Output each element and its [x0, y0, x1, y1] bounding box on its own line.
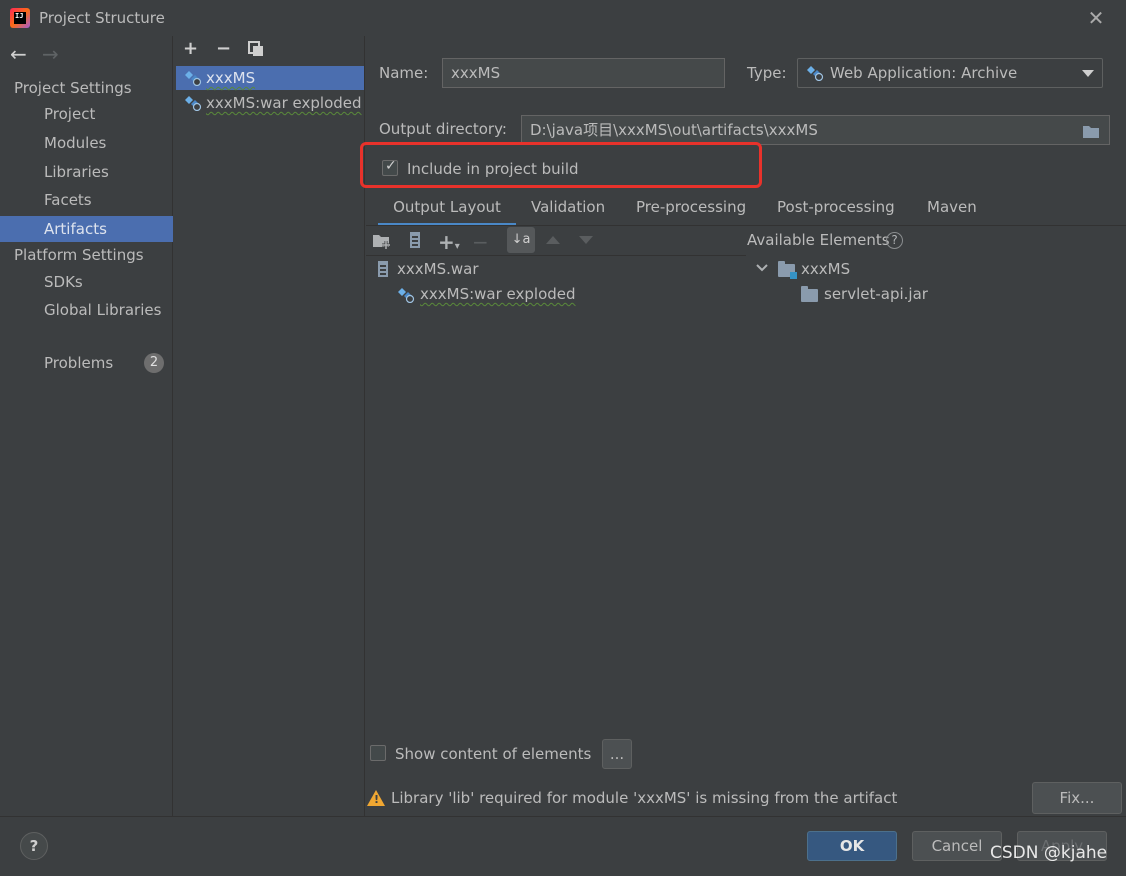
- web-artifact-icon: [185, 96, 202, 111]
- move-down-icon[interactable]: [579, 236, 593, 244]
- toolbar-divider: [366, 255, 746, 256]
- title-bar: IJ Project Structure ✕: [0, 0, 1126, 36]
- available-elements-header: Available Elements: [747, 231, 890, 249]
- output-directory-label: Output directory:: [379, 120, 507, 138]
- watermark: CSDN @kjahe: [990, 843, 1108, 863]
- intellij-app-icon: IJ: [10, 8, 30, 28]
- web-artifact-icon: [398, 288, 415, 303]
- sidebar-item-global-libraries[interactable]: Global Libraries: [0, 297, 173, 323]
- cancel-button[interactable]: Cancel: [912, 831, 1002, 861]
- type-label: Type:: [747, 64, 787, 82]
- sidebar-item-sdks[interactable]: SDKs: [0, 269, 173, 295]
- archive-icon[interactable]: [410, 232, 420, 248]
- type-value: Web Application: Archive: [830, 64, 1018, 82]
- available-module-item[interactable]: xxxMS: [801, 260, 850, 278]
- output-directory-value: D:\java项目\xxxMS\out\artifacts\xxxMS: [530, 121, 818, 139]
- chevron-down-icon: [1082, 70, 1094, 77]
- add-copy-of-icon[interactable]: +▾: [438, 230, 460, 254]
- tab-post-processing[interactable]: Post-processing: [777, 198, 895, 226]
- sidebar-item-project[interactable]: Project: [0, 101, 173, 127]
- show-content-options-button[interactable]: ...: [602, 739, 632, 769]
- layout-child-item[interactable]: xxxMS:war exploded: [420, 285, 576, 303]
- ok-button[interactable]: OK: [807, 831, 897, 861]
- create-directory-icon[interactable]: [373, 233, 393, 249]
- module-folder-icon: [778, 261, 797, 279]
- remove-element-icon[interactable]: −: [472, 230, 489, 254]
- war-archive-icon: [378, 261, 388, 277]
- sidebar-item-libraries[interactable]: Libraries: [0, 159, 173, 185]
- layout-root-item[interactable]: xxxMS.war: [397, 260, 479, 278]
- sidebar-item-artifacts[interactable]: Artifacts: [0, 216, 173, 242]
- help-icon[interactable]: ?: [20, 832, 48, 860]
- warning-icon: !: [367, 790, 385, 806]
- available-library-item[interactable]: servlet-api.jar: [824, 285, 928, 303]
- add-artifact-icon[interactable]: +: [183, 38, 198, 59]
- window-title: Project Structure: [39, 9, 165, 27]
- show-content-checkbox[interactable]: [370, 745, 386, 761]
- artifact-name: xxxMS:war exploded: [206, 94, 362, 112]
- chevron-down-icon[interactable]: [756, 264, 768, 272]
- tab-validation[interactable]: Validation: [531, 198, 605, 226]
- web-artifact-icon: [807, 66, 824, 81]
- tab-divider: [366, 225, 1126, 226]
- move-up-icon[interactable]: [546, 236, 560, 244]
- web-artifact-icon: [185, 71, 202, 86]
- back-arrow-icon[interactable]: ←: [10, 42, 27, 66]
- artifact-name: xxxMS: [206, 69, 256, 87]
- artifact-type-select[interactable]: Web Application: Archive: [797, 58, 1103, 88]
- help-circle-icon[interactable]: ?: [886, 232, 903, 249]
- output-directory-input[interactable]: D:\java项目\xxxMS\out\artifacts\xxxMS: [521, 115, 1110, 145]
- name-label: Name:: [379, 64, 429, 82]
- library-folder-icon: [801, 286, 818, 302]
- warning-message: Library 'lib' required for module 'xxxMS…: [391, 789, 898, 807]
- artifact-name-input[interactable]: xxxMS: [442, 58, 725, 88]
- artifact-list-panel: [174, 36, 365, 816]
- copy-icon[interactable]: [248, 41, 264, 57]
- artifact-item-war-exploded[interactable]: xxxMS:war exploded: [176, 91, 364, 115]
- project-settings-header: Project Settings: [14, 79, 132, 97]
- sidebar-item-modules[interactable]: Modules: [0, 130, 173, 156]
- sort-elements-icon[interactable]: ↓a: [507, 227, 535, 253]
- tab-pre-processing[interactable]: Pre-processing: [636, 198, 746, 226]
- close-icon[interactable]: ✕: [1086, 6, 1106, 30]
- tab-maven[interactable]: Maven: [927, 198, 977, 226]
- problems-count-badge: 2: [144, 353, 164, 373]
- folder-open-icon[interactable]: [1083, 124, 1101, 138]
- artifact-item-xxxms[interactable]: xxxMS: [176, 66, 364, 90]
- show-content-label: Show content of elements: [395, 745, 592, 763]
- remove-artifact-icon[interactable]: −: [216, 38, 231, 59]
- sidebar-item-facets[interactable]: Facets: [0, 187, 173, 213]
- include-in-build-checkbox[interactable]: [382, 158, 398, 176]
- fix-button[interactable]: Fix...: [1032, 782, 1122, 814]
- platform-settings-header: Platform Settings: [14, 246, 144, 264]
- forward-arrow-icon[interactable]: →: [42, 42, 59, 66]
- tab-output-layout[interactable]: Output Layout: [378, 198, 516, 226]
- include-in-build-label: Include in project build: [407, 160, 579, 178]
